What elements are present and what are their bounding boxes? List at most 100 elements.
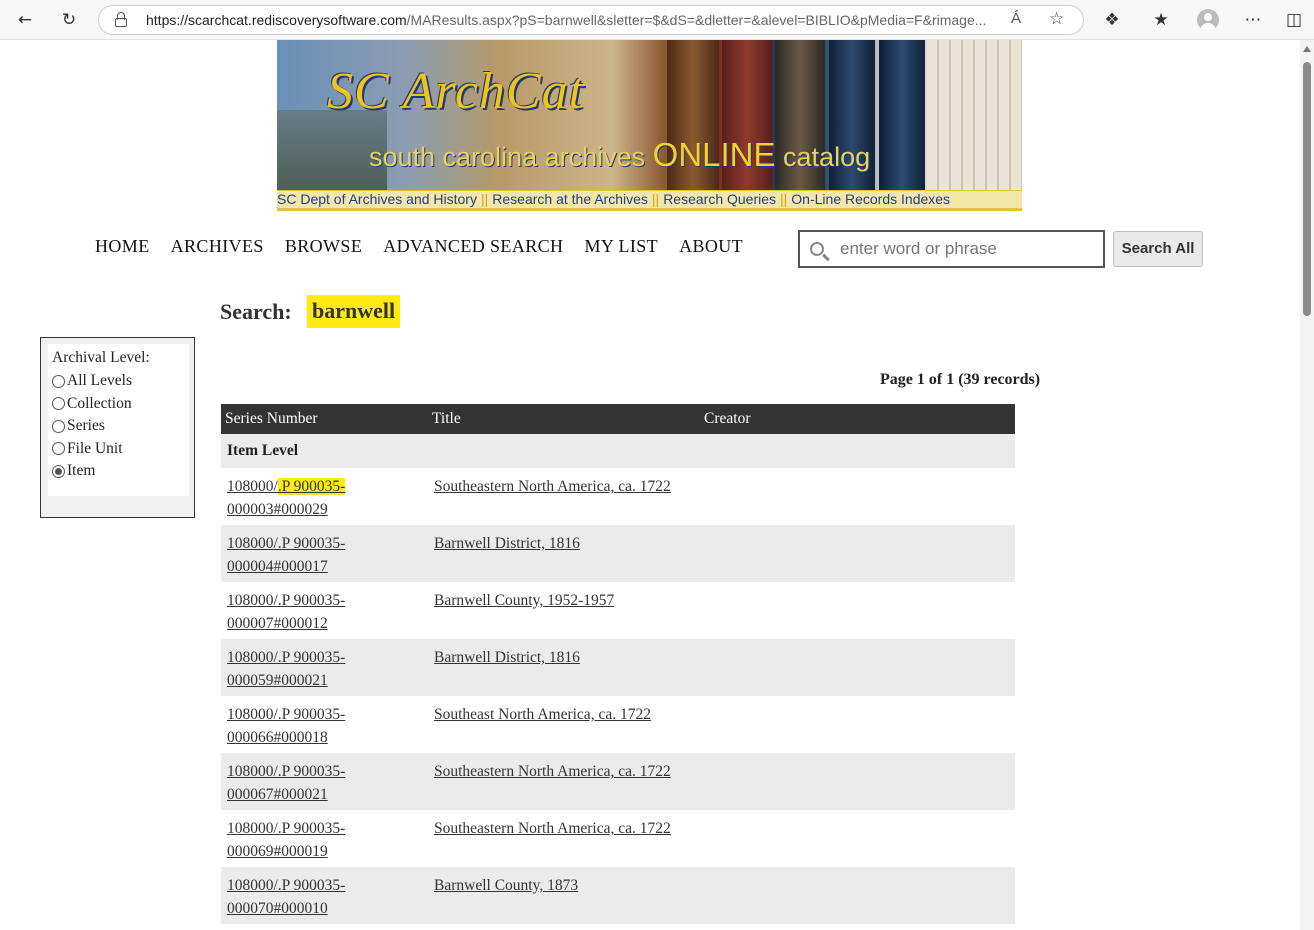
series-number-cell: 108000/.P 900035- 000069#000019 <box>221 810 428 867</box>
link-online-records-indexes[interactable]: On-Line Records Indexes <box>791 191 950 207</box>
creator-cell <box>700 810 1015 867</box>
title-link[interactable]: Barnwell District, 1816 <box>434 535 580 552</box>
creator-cell <box>700 753 1015 810</box>
filter-option-label: Series <box>67 417 105 435</box>
series-number-cell: 108000/.P 900035- 000070#000010 <box>221 867 428 924</box>
title-cell: Barnwell County, 1873 <box>428 867 700 924</box>
filter-option-label: Item <box>67 462 96 480</box>
site-banner[interactable]: SC ArchCat south carolina archives ONLIN… <box>277 40 1022 190</box>
results-table: Series Number Title Creator Item Level 1… <box>221 404 1015 924</box>
back-arrow-icon[interactable]: ← <box>12 7 38 33</box>
book-spine <box>879 40 925 190</box>
series-number-link[interactable]: 108000/.P 900035- 000004#000017 <box>227 535 345 575</box>
header-title[interactable]: Title <box>428 404 700 434</box>
refresh-icon[interactable]: ↻ <box>56 7 82 33</box>
search-icon <box>810 242 824 256</box>
favorite-star-icon[interactable]: ☆ <box>1049 9 1064 29</box>
nav-browse[interactable]: BROWSE <box>285 236 362 256</box>
title-cell: Barnwell District, 1816 <box>428 525 700 582</box>
search-match-highlight: .P 900035- <box>277 478 346 495</box>
radio-icon[interactable] <box>52 442 65 456</box>
series-number-link[interactable]: 108000/.P 900035- 000069#000019 <box>227 820 345 860</box>
browser-toolbar: ← ↻ https://scarchcat.rediscoverysoftwar… <box>0 0 1314 40</box>
scroll-up-icon[interactable] <box>1303 46 1311 52</box>
table-row: 108000/.P 900035- 000059#000021 Barnwell D… <box>221 639 1015 696</box>
series-number-link[interactable]: 108000/.P 900035- 000059#000021 <box>227 649 345 689</box>
series-number-part: 108000/.P 900035- <box>227 649 346 666</box>
nav-archives[interactable]: ARCHIVES <box>171 236 264 256</box>
shelves-photo <box>927 40 1022 190</box>
profile-avatar-icon[interactable] <box>1197 9 1219 31</box>
scrollbar-thumb[interactable] <box>1303 62 1311 316</box>
link-sc-dept-archives[interactable]: SC Dept of Archives and History <box>277 191 477 207</box>
series-number-part: 000066#000018 <box>227 728 328 746</box>
title-link[interactable]: Barnwell County, 1952-1957 <box>434 592 614 609</box>
creator-cell <box>700 582 1015 639</box>
vertical-scrollbar[interactable] <box>1300 40 1314 930</box>
site-subtitle: south carolina archives ONLINE catalog <box>369 136 871 173</box>
search-all-button[interactable]: Search All <box>1113 231 1203 267</box>
table-header-row: Series Number Title Creator <box>221 404 1015 434</box>
series-number-link[interactable]: 108000/.P 900035- 000007#000012 <box>227 592 345 632</box>
radio-icon[interactable] <box>52 419 65 433</box>
radio-selected-icon[interactable] <box>52 464 65 478</box>
creator-cell <box>700 696 1015 753</box>
filter-title: Archival Level: <box>52 349 150 366</box>
header-creator[interactable]: Creator <box>700 404 1015 434</box>
title-link[interactable]: Southeastern North America, ca. 1722 <box>434 478 671 495</box>
lock-icon <box>115 12 127 27</box>
series-number-part: 108000/.P 900035- <box>227 706 346 723</box>
filter-option-collection[interactable]: Collection <box>52 393 185 416</box>
banner-links: SC Dept of Archives and History || Researc… <box>277 190 1022 211</box>
site-logo: SC ArchCat <box>327 63 585 120</box>
title-cell: Southeastern North America, ca. 1722 <box>428 468 700 525</box>
link-research-queries[interactable]: Research Queries <box>663 191 776 207</box>
series-number-cell: 108000/.P 900035- 000007#000012 <box>221 582 428 639</box>
header-series-number[interactable]: Series Number <box>221 404 428 434</box>
url-text[interactable]: https://scarchcat.rediscoverysoftware.co… <box>146 12 994 28</box>
favorites-icon[interactable]: ★ <box>1148 7 1174 33</box>
title-cell: Barnwell County, 1952-1957 <box>428 582 700 639</box>
search-field[interactable] <box>798 230 1105 268</box>
table-row: 108000/.P 900035- 000066#000018 Southeast … <box>221 696 1015 753</box>
radio-icon[interactable] <box>52 397 65 411</box>
filter-option-all-levels[interactable]: All Levels <box>52 370 185 393</box>
series-number-link[interactable]: 108000/.P 900035- 000067#000021 <box>227 763 345 803</box>
link-research-archives[interactable]: Research at the Archives <box>492 191 648 207</box>
series-number-link[interactable]: 108000/.P 900035- 000066#000018 <box>227 706 345 746</box>
title-link[interactable]: Southeast North America, ca. 1722 <box>434 706 651 723</box>
title-link[interactable]: Southeastern North America, ca. 1722 <box>434 820 671 837</box>
table-row: 108000/.P 900035- 000007#000012 Barnwell C… <box>221 582 1015 639</box>
filter-option-file-unit[interactable]: File Unit <box>52 438 185 461</box>
title-cell: Southeast North America, ca. 1722 <box>428 696 700 753</box>
more-menu-icon[interactable]: ⋯ <box>1240 7 1266 33</box>
extensions-icon[interactable]: ❖ <box>1099 7 1125 33</box>
title-link[interactable]: Barnwell County, 1873 <box>434 877 578 894</box>
read-aloud-icon[interactable]: Á <box>1011 10 1021 27</box>
nav-my-list[interactable]: MY LIST <box>584 236 658 256</box>
series-number-link[interactable]: 108000/.P 900035- 000070#000010 <box>227 877 345 917</box>
search-input[interactable] <box>840 238 1095 260</box>
title-link[interactable]: Barnwell District, 1816 <box>434 649 580 666</box>
series-number-part: 108000/ <box>227 478 278 495</box>
filter-option-label: All Levels <box>67 372 132 390</box>
sidebar-toggle-icon[interactable]: ◫ <box>1281 7 1307 33</box>
radio-icon[interactable] <box>52 374 65 388</box>
nav-advanced-search[interactable]: ADVANCED SEARCH <box>383 236 563 256</box>
series-number-link[interactable]: 108000/.P 900035- 000003#000029 <box>227 478 346 518</box>
series-number-cell: 108000/.P 900035- 000004#000017 <box>221 525 428 582</box>
filter-option-label: File Unit <box>67 439 123 457</box>
address-bar[interactable]: https://scarchcat.rediscoverysoftware.co… <box>98 5 1084 35</box>
series-number-part: 000059#000021 <box>227 671 328 689</box>
series-number-part: 000069#000019 <box>227 842 328 860</box>
nav-about[interactable]: ABOUT <box>679 236 743 256</box>
filter-option-item[interactable]: Item <box>52 460 185 483</box>
series-number-cell: 108000/.P 900035- 000067#000021 <box>221 753 428 810</box>
title-cell: Barnwell District, 1816 <box>428 639 700 696</box>
series-number-part: 108000/.P 900035- <box>227 535 346 552</box>
filter-option-series[interactable]: Series <box>52 415 185 438</box>
title-link[interactable]: Southeastern North America, ca. 1722 <box>434 763 671 780</box>
pager-status: Page 1 of 1 (39 records) <box>880 371 1041 388</box>
title-cell: Southeastern North America, ca. 1722 <box>428 810 700 867</box>
nav-home[interactable]: HOME <box>95 236 150 256</box>
